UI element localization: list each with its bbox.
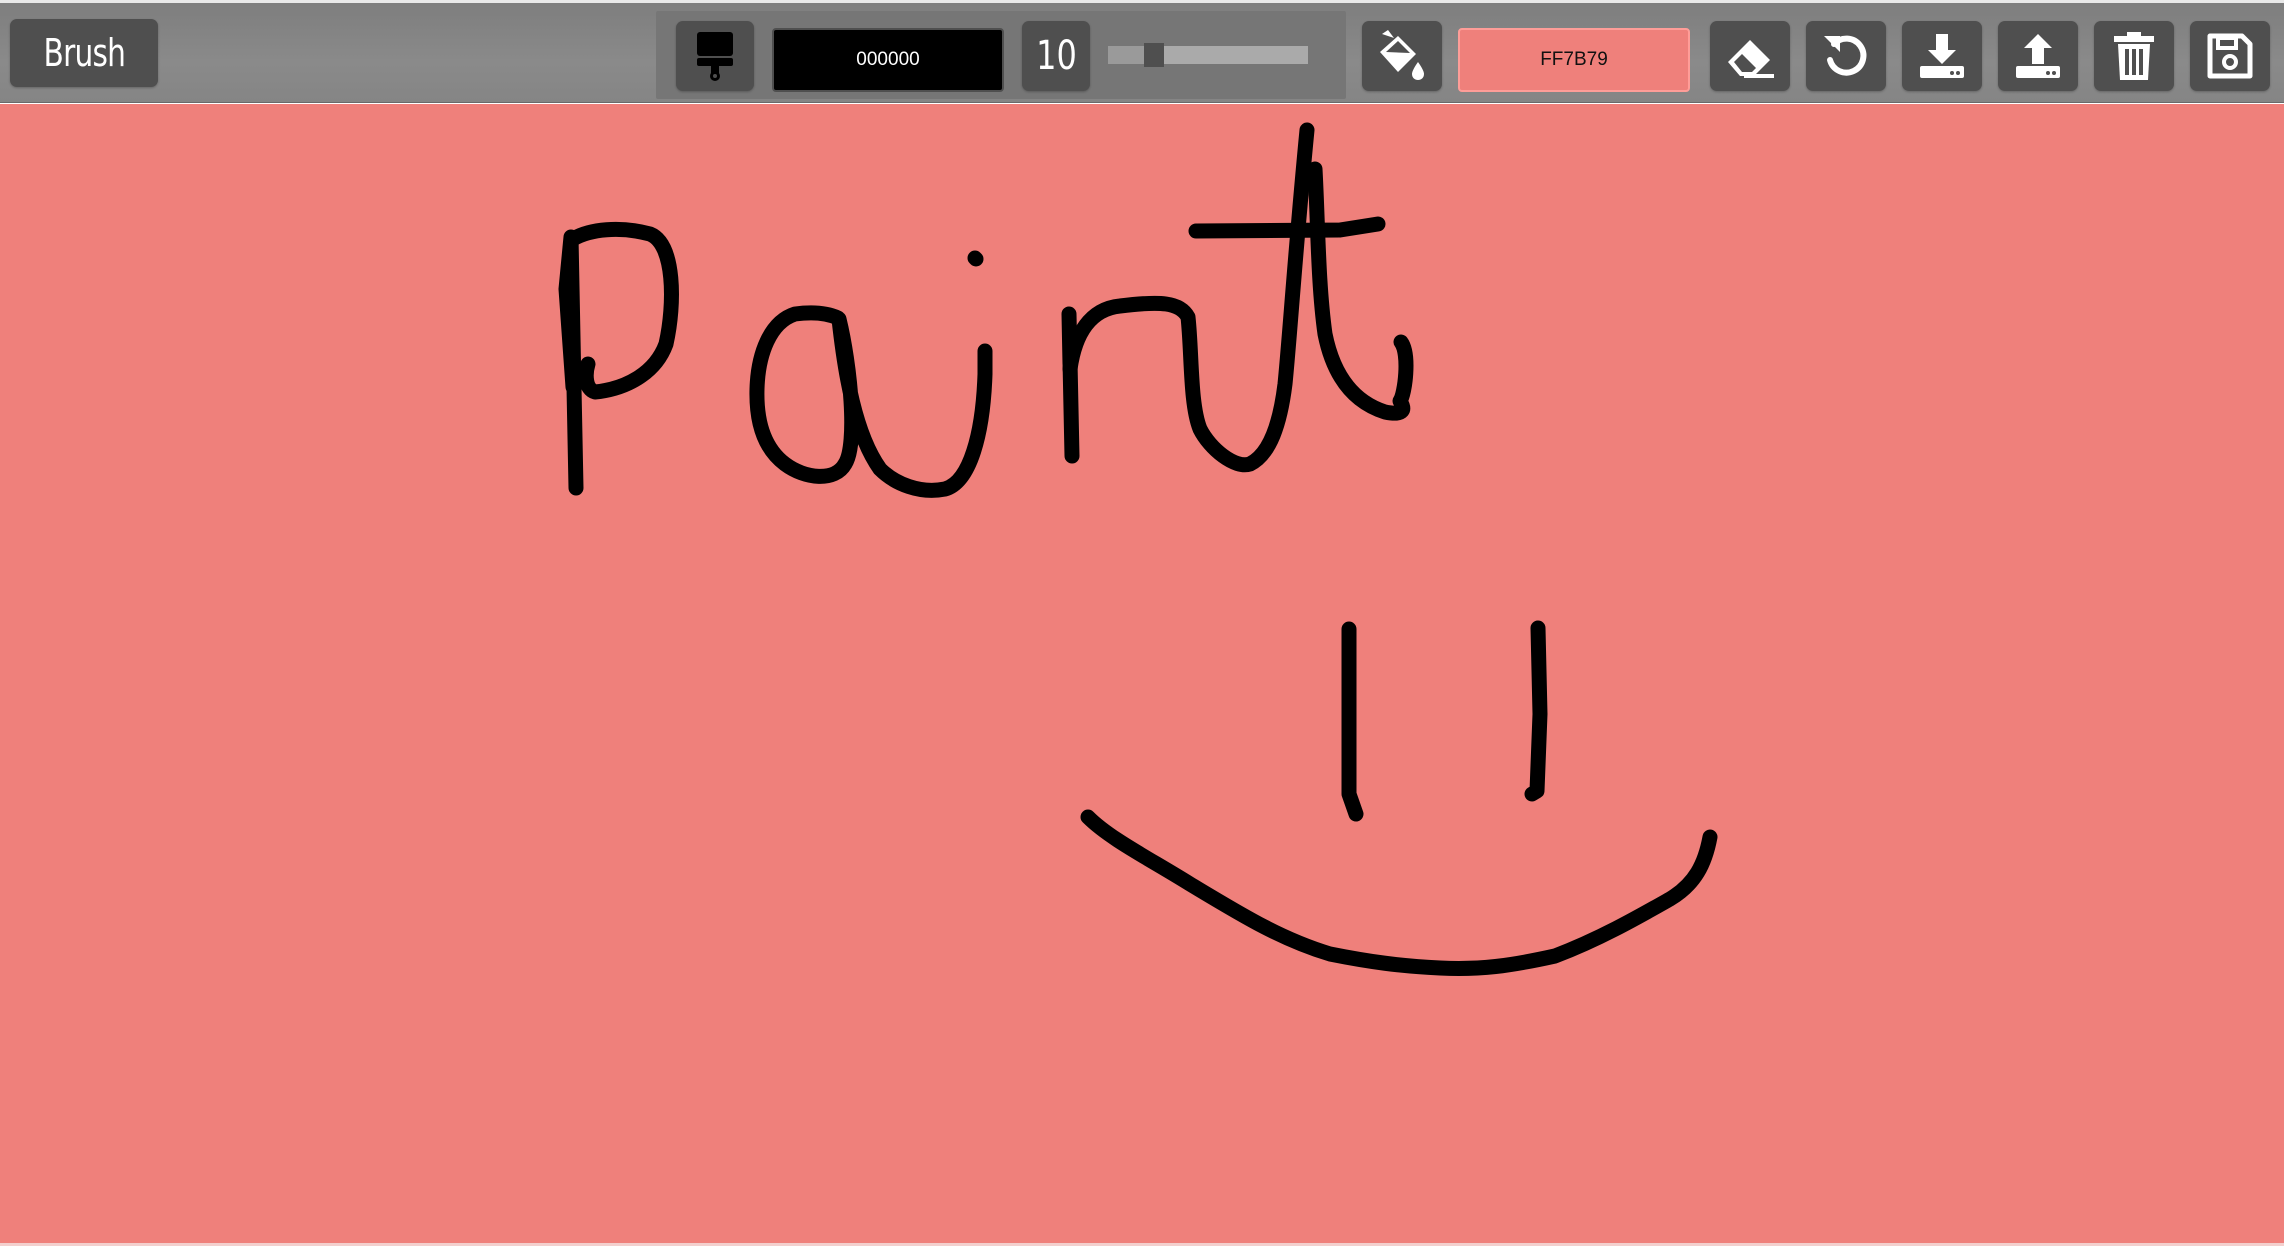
drawn-stroke-right-eye (1524, 620, 1548, 802)
undo-icon (1824, 35, 1867, 76)
download-button[interactable] (1902, 21, 1982, 91)
drawn-stroke-smile (1080, 809, 1718, 976)
tool-mode-label: Brush (43, 31, 125, 75)
brush-size-slider[interactable] (1108, 43, 1308, 67)
eraser-icon (1728, 40, 1774, 78)
drawn-stroke-i-dot (967, 250, 984, 267)
drawn-stroke-t-crossbar (1188, 216, 1386, 239)
brush-tool-button[interactable] (676, 21, 754, 91)
trash-icon (2114, 32, 2154, 80)
save-button[interactable] (2190, 21, 2270, 91)
fill-bucket-button[interactable] (1362, 21, 1442, 91)
drawn-stroke-p-stem (558, 229, 584, 496)
save-floppy-icon (2207, 33, 2253, 79)
upload-button[interactable] (1998, 21, 2078, 91)
paint-app: Brush 000000 10 FF7B79 (0, 0, 2284, 1246)
drawn-stroke-a-bowl (749, 305, 993, 498)
brush-size-display: 10 (1022, 21, 1090, 91)
background-color-value: FF7B79 (1540, 49, 1608, 70)
drawn-stroke-p-bowl (565, 222, 679, 400)
brush-color-input[interactable]: 000000 (772, 28, 1004, 92)
tool-mode-button[interactable]: Brush (10, 19, 158, 87)
brush-size-value: 10 (1035, 33, 1077, 79)
paint-bucket-icon (1380, 30, 1424, 80)
slider-thumb[interactable] (1144, 43, 1164, 67)
drawn-stroke-t-hook (1307, 161, 1414, 421)
canvas-drawing (558, 122, 1718, 976)
drawn-stroke-left-eye (1341, 621, 1364, 822)
eraser-button[interactable] (1710, 21, 1790, 91)
upload-icon (2016, 34, 2060, 78)
paintbrush-icon (697, 32, 733, 81)
drawing-canvas[interactable] (0, 104, 2284, 1246)
toolbar: Brush 000000 10 FF7B79 (0, 3, 2284, 103)
drawn-stroke-n-arch (1062, 122, 1315, 473)
clear-canvas-button[interactable] (2094, 21, 2174, 91)
undo-button[interactable] (1806, 21, 1886, 91)
brush-color-value: 000000 (856, 49, 920, 70)
background-color-input[interactable]: FF7B79 (1458, 28, 1690, 92)
download-icon (1920, 34, 1964, 78)
